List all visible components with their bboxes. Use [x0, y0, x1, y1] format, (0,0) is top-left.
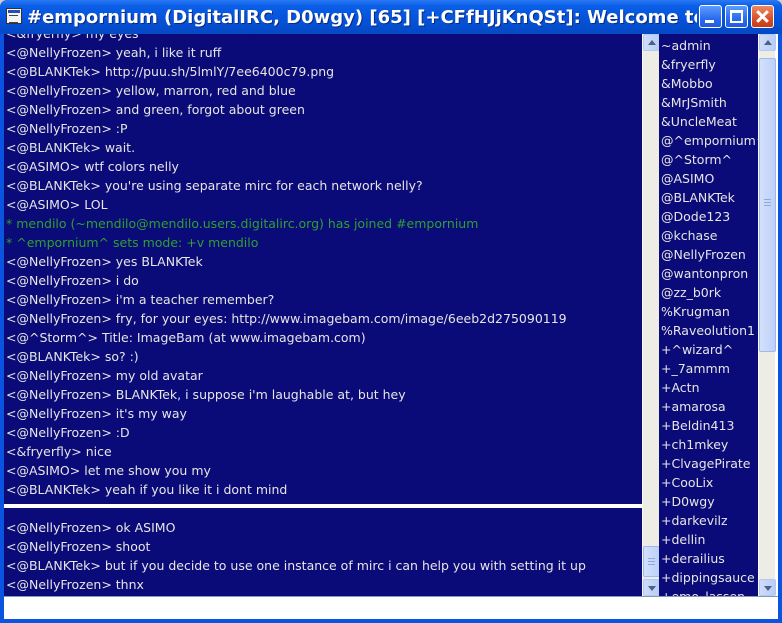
chat-event-line: * mendilo (~mendilo@mendilo.users.digita… [6, 216, 479, 231]
grip-line [648, 561, 655, 562]
chat-message-line: <@NellyFrozen> fry, for your eyes: http:… [6, 311, 567, 326]
grip-line [648, 564, 655, 565]
maximize-button[interactable] [725, 5, 748, 28]
nick-list-item[interactable]: +dippingsauce [661, 568, 758, 587]
chat-scroll-up-button[interactable] [643, 34, 660, 51]
nick-list-item[interactable]: +^wizard^ [661, 340, 758, 359]
chat-message-line: <&fryerfly> my eyes [6, 34, 642, 43]
chat-message-line: <@BLANKTek> but if you decide to use one… [6, 558, 586, 573]
arrow-up-icon [764, 40, 772, 45]
chat-message-line: <@NellyFrozen> yeah, i like it ruff [6, 45, 222, 60]
nick-list-item[interactable]: @NellyFrozen [661, 245, 758, 264]
nick-scroll-up-button[interactable] [759, 34, 776, 51]
chat-history-pane[interactable]: <&fryerfly> my eyes <@NellyFrozen> yeah, … [4, 34, 642, 504]
chat-recent-lines: <@NellyFrozen> ok ASIMO <@NellyFrozen> sh… [6, 518, 642, 594]
nick-list-item[interactable]: +ClvagePirate [661, 454, 758, 473]
window-title: #empornium (DigitalIRC, D0wgy) [65] [+CF… [27, 7, 697, 28]
window-client-area: <&fryerfly> my eyes <@NellyFrozen> yeah, … [4, 34, 778, 619]
nick-list-item[interactable]: @ASIMO [661, 169, 758, 188]
nick-list-item[interactable]: +dellin [661, 530, 758, 549]
nick-list-item[interactable]: +_7ammm [661, 359, 758, 378]
chat-scroll-thumb[interactable] [643, 546, 660, 577]
nick-list-item[interactable]: %Krugman [661, 302, 758, 321]
nick-list-item[interactable]: +ch1mkey [661, 435, 758, 454]
nick-list-item[interactable]: +amarosa [661, 397, 758, 416]
minimize-button[interactable] [699, 5, 722, 28]
nick-list-item[interactable]: +derailius [661, 549, 758, 568]
nick-list-item[interactable]: &fryerfly [661, 55, 758, 74]
nick-list-item[interactable]: +Actn [661, 378, 758, 397]
chat-message-line: <@NellyFrozen> my old avatar [6, 368, 203, 383]
nick-list-item[interactable]: @Dode123 [661, 207, 758, 226]
arrow-down-icon [648, 586, 656, 591]
chat-event-line: * ^empornium^ sets mode: +v mendilo [6, 235, 259, 250]
nick-list-items: ~admin &fryerfly &Mobbo &MrJSmith &UncleMeat… [661, 36, 758, 596]
chat-message-line: <@BLANKTek> http://puu.sh/5lmlY/7ee6400c… [6, 64, 335, 79]
chat-message-line: <@NellyFrozen> yes BLANKTek [6, 254, 203, 269]
chat-message-line: <@NellyFrozen> BLANKTek, i suppose i'm l… [6, 387, 406, 402]
chat-message-line: <@NellyFrozen> ok ASIMO [6, 520, 176, 535]
nick-list-item[interactable]: +Beldin413 [661, 416, 758, 435]
arrow-down-icon [764, 586, 772, 591]
nick-list-item[interactable]: +darkevilz [661, 511, 758, 530]
close-icon [752, 6, 773, 27]
arrow-up-icon [648, 40, 656, 45]
chat-message-line: <@NellyFrozen> :P [6, 121, 128, 136]
chat-message-line: <@BLANKTek> wait. [6, 140, 136, 155]
nick-list-item[interactable]: @BLANKTek [661, 188, 758, 207]
close-button[interactable] [751, 5, 774, 28]
grip-line [764, 205, 771, 206]
chat-scrollbar[interactable] [642, 34, 660, 596]
chat-message-line: <@NellyFrozen> and green, forgot about g… [6, 102, 305, 117]
minimize-icon [705, 20, 714, 23]
nick-list-item[interactable]: @zz_b0rk [661, 283, 758, 302]
chat-message-line: <@NellyFrozen> yellow, marron, red and b… [6, 83, 296, 98]
chat-message-line: <@NellyFrozen> i do [6, 273, 139, 288]
nick-list-item[interactable]: &Mobbo [661, 74, 758, 93]
chat-message-line: <@NellyFrozen> it's my way [6, 406, 187, 421]
mirc-window: #empornium (DigitalIRC, D0wgy) [65] [+CF… [0, 0, 782, 623]
chat-message-line: <@ASIMO> LOL [6, 197, 108, 212]
nick-list-scrollbar[interactable] [758, 34, 776, 596]
chat-message-line: <@BLANKTek> so? :) [6, 349, 139, 364]
channel-window-icon[interactable] [6, 8, 22, 24]
nick-list-item[interactable]: %Raveolution1 [661, 321, 758, 340]
message-input[interactable] [4, 596, 778, 619]
chat-scroll-down-button[interactable] [643, 579, 660, 596]
chat-message-line: <@BLANKTek> you're using separate mirc f… [6, 178, 423, 193]
nick-list-item[interactable]: ~admin [661, 36, 758, 55]
nick-list-item[interactable]: @^Storm^ [661, 150, 758, 169]
grip-line [648, 558, 655, 559]
title-bar[interactable]: #empornium (DigitalIRC, D0wgy) [65] [+CF… [0, 0, 782, 34]
chat-message-line: <@ASIMO> wtf colors nelly [6, 159, 179, 174]
chat-message-line: <@ASIMO> let me show you my [6, 463, 211, 478]
nick-list-item[interactable]: +CooLix [661, 473, 758, 492]
nick-list-item[interactable]: @wantonpron [661, 264, 758, 283]
nick-list-item[interactable]: @^empornium^ [661, 131, 758, 150]
maximize-icon [730, 10, 743, 23]
chat-message-line: <@NellyFrozen> i'm a teacher remember? [6, 292, 275, 307]
nick-list-item[interactable]: &MrJSmith [661, 93, 758, 112]
nick-scroll-down-button[interactable] [759, 579, 776, 596]
chat-message-line: <&fryerfly> nice [6, 444, 112, 459]
chat-message-line: <@NellyFrozen> shoot [6, 539, 151, 554]
chat-message-line: <@NellyFrozen> :D [6, 425, 130, 440]
nick-scroll-thumb[interactable] [759, 58, 776, 352]
nick-list-item[interactable]: +D0wgy [661, 492, 758, 511]
chat-recent-pane[interactable]: <@NellyFrozen> ok ASIMO <@NellyFrozen> sh… [4, 508, 642, 596]
nick-list-item[interactable]: +emo_lassen [661, 587, 758, 596]
chat-history-lines: <&fryerfly> my eyes <@NellyFrozen> yeah, … [6, 34, 642, 499]
grip-line [764, 199, 771, 200]
chat-message-line: <@^Storm^> Title: ImageBam (at www.image… [6, 330, 366, 345]
chat-message-line: <@NellyFrozen> thnx [6, 577, 144, 592]
nick-list-item[interactable]: &UncleMeat [661, 112, 758, 131]
chat-message-line: <@BLANKTek> yeah if you like it i dont m… [6, 482, 288, 497]
nick-list[interactable]: ~admin &fryerfly &Mobbo &MrJSmith &UncleMeat… [659, 34, 758, 596]
nick-list-item[interactable]: @kchase [661, 226, 758, 245]
grip-line [764, 202, 771, 203]
